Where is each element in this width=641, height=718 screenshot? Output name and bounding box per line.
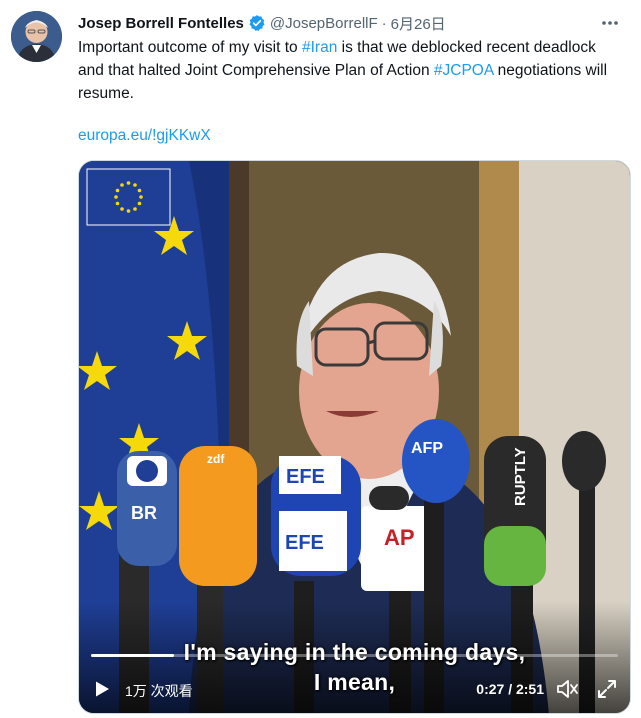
tweet-header: Josep Borrell Fontelles @JosepBorrellF ·… (78, 12, 627, 34)
tweet-card[interactable]: Josep Borrell Fontelles @JosepBorrellF ·… (0, 0, 641, 718)
mic-label-zdf: zdf (207, 452, 225, 466)
mic-label-br: BR (131, 503, 157, 523)
video-time: 0:27 / 2:51 (476, 681, 544, 697)
tweet-text: Important outcome of my visit to #Iran i… (78, 36, 618, 105)
avatar[interactable] (11, 11, 62, 62)
play-icon[interactable] (93, 680, 111, 698)
verified-badge-icon (248, 14, 266, 32)
video-frame: BR zdf EFE EFE AP AFP RUPTLY (79, 161, 630, 713)
video-caption-line: I'm saying in the coming days, (183, 639, 526, 665)
video-player[interactable]: BR zdf EFE EFE AP AFP RUPTLY I'm saying … (78, 160, 631, 714)
volume-icon[interactable] (556, 678, 580, 700)
author-name[interactable]: Josep Borrell Fontelles (78, 15, 244, 32)
video-progress-bar[interactable] (91, 654, 618, 657)
separator-dot: · (381, 14, 387, 32)
eu-flag-icon (86, 168, 171, 226)
video-controls: 1万 次观看 0:27 / 2:51 (79, 663, 630, 713)
author-handle[interactable]: @JosepBorrellF (270, 15, 378, 32)
view-count: 1万 次观看 (125, 683, 193, 699)
mic-label-ruptly: RUPTLY (512, 447, 529, 506)
mic-label-efe-top: EFE (286, 466, 325, 488)
more-options-icon[interactable] (597, 12, 623, 34)
hashtag-link[interactable]: #JCPOA (434, 62, 493, 79)
fullscreen-icon[interactable] (596, 678, 618, 700)
tweet-text-part: Important outcome of my visit to (78, 39, 302, 56)
video-progress-fill (91, 654, 175, 657)
tweet-date[interactable]: 6月26日 (391, 13, 446, 34)
mic-label-afp: AFP (411, 440, 443, 457)
mic-label-efe-bottom: EFE (285, 532, 324, 554)
hashtag-link[interactable]: #Iran (302, 39, 337, 56)
external-link[interactable]: europa.eu/!gjKKwX (78, 124, 211, 147)
mic-label-ap: AP (384, 525, 415, 550)
